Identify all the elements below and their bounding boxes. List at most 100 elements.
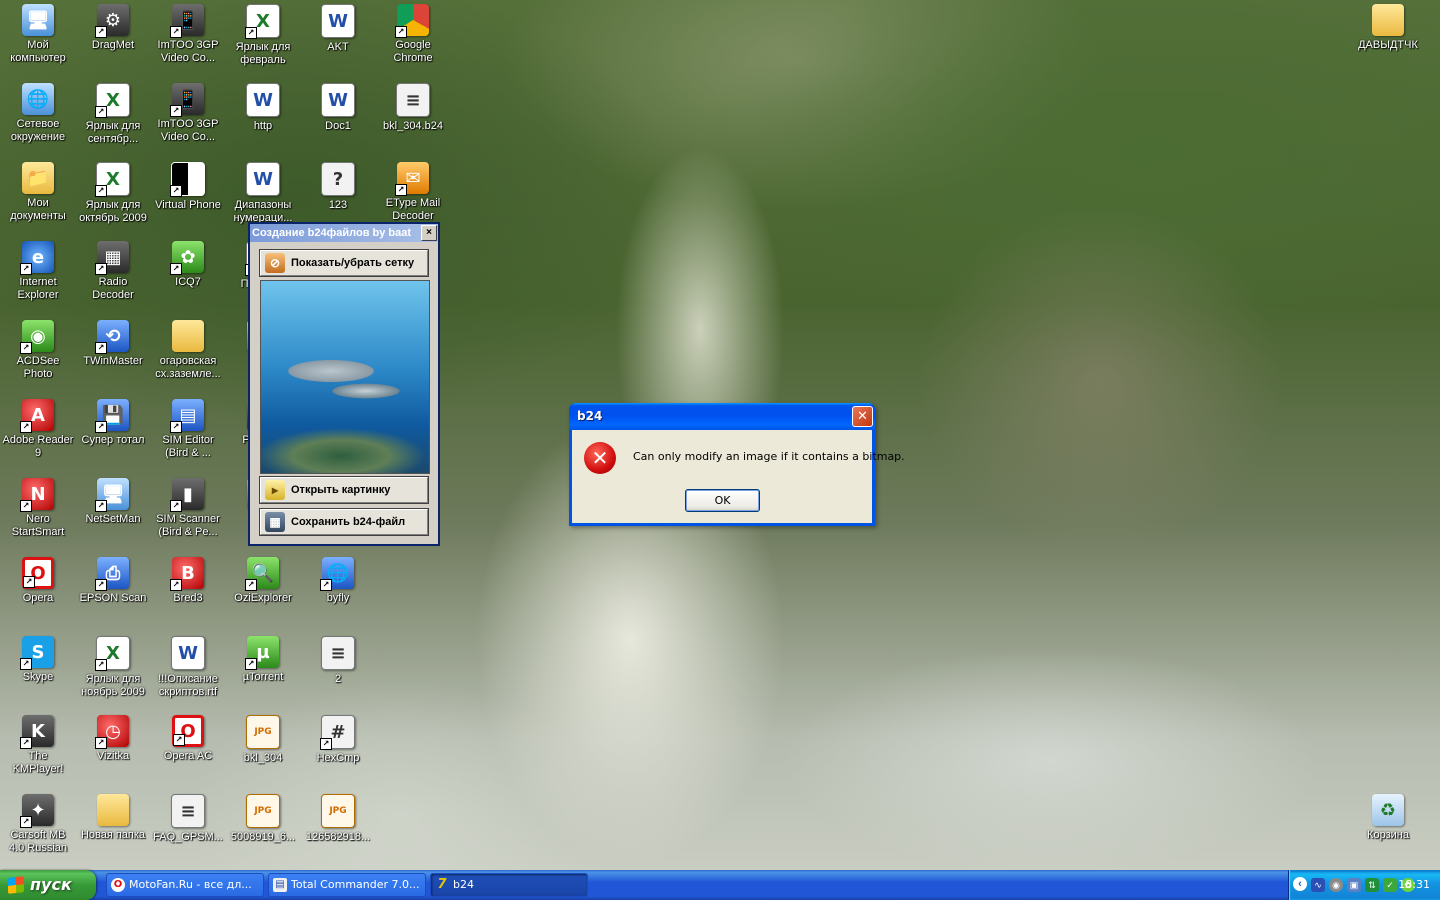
dialog-close-button[interactable]: ✕ [852, 406, 873, 427]
desktop-icon[interactable]: 📱 ↗ ImTOO 3GP Video Co... [150, 0, 226, 65]
floppy-icon: 💾 ↗ [95, 399, 129, 433]
shortcut-arrow-icon: ↗ [320, 579, 332, 591]
desktop-icon-label: Skype [22, 671, 54, 683]
desktop-icon-label: ДАВЫДТЧК [1358, 39, 1418, 51]
desktop-icon[interactable]: X↗Ярлык для февраль 2010 [225, 0, 301, 67]
desktop-icon[interactable]: ▦ ↗ Radio Decoder [75, 237, 151, 302]
desktop-icon[interactable]: 🌐 ↗ byfly [300, 553, 376, 605]
save-b24-button[interactable]: ▦ Сохранить b24-файл [259, 508, 429, 536]
desktop-icon[interactable]: ? 123 [300, 158, 376, 212]
excel-shortcut-icon: X↗ [95, 162, 130, 197]
shortcut-arrow-icon: ↗ [395, 184, 407, 196]
desktop-icon[interactable]: ✿ ↗ ICQ7 [150, 237, 226, 289]
disk-icon[interactable]: ◉ [1329, 878, 1343, 892]
tray-expand-icon[interactable]: ‹ [1293, 877, 1307, 891]
network-tray-icon[interactable]: ▣ [1347, 878, 1361, 892]
desktop-icon-label: The KMPlayer! [12, 750, 64, 775]
desktop-icon[interactable]: 📁 Мои документы [0, 158, 76, 223]
desktop-icon[interactable]: ♻ Корзина [1350, 790, 1426, 842]
shortcut-arrow-icon: ↗ [95, 263, 107, 275]
desktop-icon[interactable]: X ↗ Ярлык для ноябрь 2009 [75, 632, 151, 699]
desktop-icon[interactable]: N ↗ Nero StartSmart [0, 474, 76, 539]
desktop-icon[interactable]: ▮ ↗ SIM Scanner (Bird & Pe... [150, 474, 226, 539]
b24-file-icon: ≡ [396, 83, 430, 117]
desktop-icon-label: 5008919_6... [230, 831, 296, 843]
desktop-icon[interactable]: 🌐 Сетевое окружение [0, 79, 76, 144]
desktop-icon[interactable]: 🖥 ↗ NetSetMan [75, 474, 151, 526]
desktop-icon[interactable]: JPG 5008919_6... [225, 790, 301, 844]
shortcut-arrow-icon: ↗ [95, 106, 107, 118]
desktop-icon[interactable]: 🖥 Мой компьютер [0, 0, 76, 65]
icon-glyph: ▮ [183, 483, 193, 505]
desktop-icon[interactable]: W AKT [300, 0, 376, 54]
desktop-icon[interactable]: 🔍 ↗ OziExplorer [225, 553, 301, 605]
task-motofan[interactable]: O MotoFan.Ru - все дл... [106, 873, 264, 897]
desktop-icon[interactable]: JPG bkl_304 [225, 711, 301, 765]
desktop-icon[interactable]: W !!!Описание скриптов.rtf [150, 632, 226, 699]
radio-decoder-icon: ▦ ↗ [95, 241, 129, 275]
open-image-button[interactable]: ▸ Открыть картинку [259, 476, 429, 504]
desktop-icon[interactable]: X ↗ Ярлык для сентябр... [75, 79, 151, 146]
desktop-icon[interactable]: ≡ bkl_304.b24 [375, 79, 451, 133]
icq-icon: ✿ ↗ [170, 241, 204, 275]
desktop-icon[interactable]: ≡ 2 [300, 632, 376, 686]
save-b24-label: Сохранить b24-файл [291, 516, 406, 528]
connection-icon[interactable]: ⇅ [1365, 878, 1379, 892]
desktop-icon-label: 123 [328, 199, 348, 211]
maker-close-button[interactable]: × [421, 225, 437, 241]
desktop-icon[interactable]: 📱 ↗ ImTOO 3GP Video Co... [150, 79, 226, 144]
desktop-icon[interactable]: X ↗ Ярлык для октябрь 2009 [75, 158, 151, 225]
desktop-icon[interactable]: S ↗ Skype [0, 632, 76, 684]
desktop-icon[interactable]: огаровская сх.заземле... [150, 316, 226, 381]
desktop-icon[interactable]: ✉ ↗ EType Mail Decoder [375, 158, 451, 223]
desktop-icon[interactable]: W Диапазоны нумераци... [225, 158, 301, 225]
b24-maker-window[interactable]: Создание b24файлов by baat × ⊘ Показать/… [248, 222, 440, 546]
desktop-icon[interactable]: 💾 ↗ Супер тотал [75, 395, 151, 447]
excel-shortcut-icon: X↗ [95, 636, 130, 671]
start-button[interactable]: пуск [0, 870, 96, 900]
desktop-icon-label: Bred3 [173, 592, 203, 604]
task-b24[interactable]: 7 b24 [430, 873, 588, 897]
desktop-icon[interactable]: e ↗ Internet Explorer [0, 237, 76, 302]
desktop-icon[interactable]: ≡ FAQ_GPSM... [150, 790, 226, 844]
toggle-grid-button[interactable]: ⊘ Показать/убрать сетку [259, 249, 429, 277]
desktop-icon[interactable]: A ↗ Adobe Reader 9 [0, 395, 76, 460]
icon-glyph: JPG [254, 727, 272, 737]
desktop-icon[interactable]: # ↗ HexCmp [300, 711, 376, 765]
task-total-commander[interactable]: ▤ Total Commander 7.0... [268, 873, 426, 897]
desktop-icon[interactable]: ✦ ↗ Carsoft MB 4.0 Russian [0, 790, 76, 855]
icon-glyph: ✿ [180, 246, 196, 268]
desktop-icon[interactable]: ⎙ ↗ EPSON Scan [75, 553, 151, 605]
desktop-icon-label: Сетевое окружение [10, 118, 66, 143]
desktop-icon[interactable]: ◷ ↗ Vizitka [75, 711, 151, 763]
desktop-icon[interactable]: B ↗ Bred3 [150, 553, 226, 605]
desktop-icon[interactable]: ↗ Google Chrome [375, 0, 451, 65]
desktop-icon[interactable]: ↗ Virtual Phone [150, 158, 226, 212]
desktop-icon[interactable]: W Doc1 [300, 79, 376, 133]
desktop-icon[interactable]: K ↗ The KMPlayer! [0, 711, 76, 776]
desktop-icon[interactable]: ▤ ↗ SIM Editor (Bird & ... [150, 395, 226, 460]
icon-glyph: ⚙ [104, 9, 122, 31]
dialog-title-bar[interactable]: b24 ✕ [569, 403, 875, 430]
desktop-icon[interactable]: ДАВЫДТЧК [1350, 0, 1426, 52]
desktop-icon[interactable]: Новая папка [75, 790, 151, 842]
desktop-icon[interactable]: O ↗ Opera AC [150, 711, 226, 763]
desktop-icon-label: Opera AC [163, 750, 213, 762]
audio-wave-icon[interactable]: ∿ [1311, 878, 1325, 892]
desktop-icon[interactable]: O ↗ Opera [0, 553, 76, 605]
desktop-icon[interactable]: ◉↗ACDSee Photo Manager 2009 [0, 316, 76, 381]
dialog-title: b24 [577, 409, 603, 423]
ok-button[interactable]: OK [685, 489, 760, 512]
desktop-icon[interactable]: ⚙ ↗ DragMet [75, 0, 151, 52]
error-dialog[interactable]: b24 ✕ ✕ Can only modify an image if it c… [569, 403, 905, 526]
task-label: MotoFan.Ru - все дл... [129, 878, 252, 891]
maker-title-bar[interactable]: Создание b24файлов by baat × [250, 224, 438, 242]
desktop-icon[interactable]: JPG 126582918... [300, 790, 376, 844]
check-icon[interactable]: ✓ [1383, 878, 1397, 892]
desktop-icon[interactable]: µ ↗ µTorrent [225, 632, 301, 684]
desktop-icon[interactable]: Whttp [225, 79, 301, 133]
icon-glyph: N [30, 483, 46, 505]
dragmet-icon: ⚙ ↗ [95, 4, 129, 38]
desktop-icon-label: Мой компьютер [10, 39, 66, 64]
desktop-icon[interactable]: ⟲ ↗ TWinMaster [75, 316, 151, 368]
